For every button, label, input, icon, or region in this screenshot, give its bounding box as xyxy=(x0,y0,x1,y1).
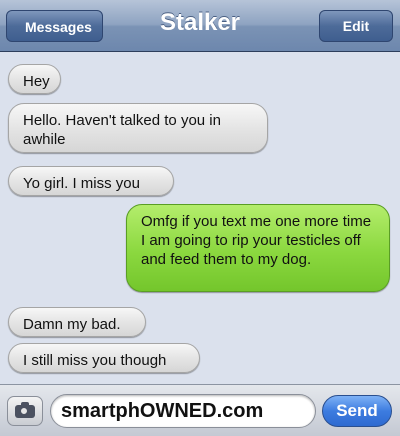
message-bubble-incoming: Hello. Haven't talked to you in awhile xyxy=(8,103,268,153)
message-bubble-incoming: I still miss you though xyxy=(8,343,200,373)
message-bubble-incoming: Damn my bad. xyxy=(8,307,146,337)
message-input[interactable]: smartphOWNED.com xyxy=(50,394,316,428)
message-bubble-outgoing: Omfg if you text me one more time I am g… xyxy=(126,204,390,292)
edit-button[interactable]: Edit xyxy=(319,10,393,42)
message-thread: Hey Hello. Haven't talked to you in awhi… xyxy=(0,52,400,384)
compose-bar: smartphOWNED.com Send xyxy=(0,384,400,436)
send-button[interactable]: Send xyxy=(322,395,392,427)
camera-button[interactable] xyxy=(7,396,43,426)
message-bubble-incoming: Yo girl. I miss you xyxy=(8,166,174,196)
message-bubble-incoming: Hey xyxy=(8,64,61,94)
navigation-bar: Messages Stalker Edit xyxy=(0,0,400,52)
